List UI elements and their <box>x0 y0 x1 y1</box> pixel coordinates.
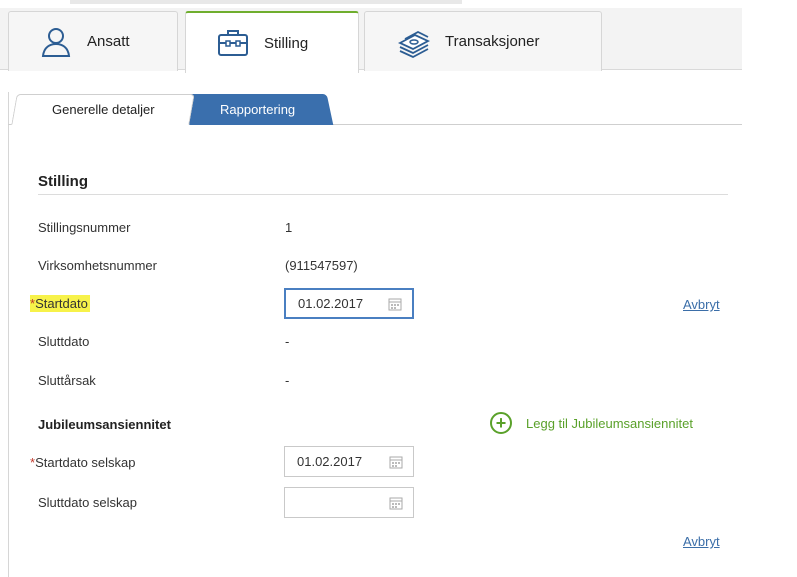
startdato-label-text: Startdato <box>35 296 88 311</box>
plus-circle-icon: + <box>490 412 512 434</box>
jubileum-heading: Jubileumsansiennitet <box>38 417 171 432</box>
startdato-selskap-label-text: Startdato selskap <box>35 455 136 470</box>
add-jubileum-label: Legg til Jubileumsansiennitet <box>526 415 693 431</box>
sluttdato-selskap-input[interactable] <box>284 487 414 518</box>
add-jubileum-button[interactable]: + Legg til Jubileumsansiennitet <box>490 412 693 434</box>
startdato-input-value: 01.02.2017 <box>298 296 364 311</box>
subtab-generelle-detaljer-label: Generelle detaljer <box>51 102 155 117</box>
avbryt-link[interactable]: Avbryt <box>683 297 720 312</box>
subtab-rapportering[interactable]: Rapportering <box>182 94 334 125</box>
sluttarsak-label: Sluttårsak <box>38 373 96 388</box>
stillingsnummer-label: Stillingsnummer <box>38 220 131 235</box>
content-left-border <box>8 92 9 577</box>
top-strip <box>70 0 462 4</box>
tab-stilling[interactable]: Stilling <box>185 11 359 73</box>
money-stack-icon <box>397 30 431 58</box>
startdato-label: *Startdato <box>30 295 90 312</box>
section-title: Stilling <box>38 173 88 190</box>
startdato-selskap-input[interactable]: 01.02.2017 <box>284 446 414 477</box>
person-icon <box>41 27 71 57</box>
sluttdato-selskap-label: Sluttdato selskap <box>38 495 138 510</box>
briefcase-icon <box>218 30 248 56</box>
calendar-icon[interactable] <box>389 455 403 469</box>
calendar-icon[interactable] <box>388 297 402 311</box>
tab-transaksjoner-label: Transaksjoner <box>445 33 540 50</box>
startdato-selskap-value: 01.02.2017 <box>297 454 363 469</box>
tab-ansatt-label: Ansatt <box>87 33 130 50</box>
tab-transaksjoner[interactable]: Transaksjoner <box>364 11 602 71</box>
startdato-highlight: *Startdato <box>30 295 90 312</box>
section-divider <box>38 194 728 195</box>
subtab-generelle-detaljer[interactable]: Generelle detaljer <box>11 94 195 125</box>
main-tab-bar: Ansatt Stilling Transaksjoner <box>0 8 742 73</box>
sluttarsak-value: - <box>285 373 290 388</box>
stillingsnummer-value: 1 <box>285 220 293 235</box>
startdato-selskap-label: *Startdato selskap <box>30 455 136 470</box>
tab-stilling-label: Stilling <box>264 34 309 52</box>
tab-ansatt[interactable]: Ansatt <box>8 11 178 71</box>
virksomhetsnummer-label: Virksomhetsnummer <box>38 258 157 273</box>
virksomhetsnummer-value: (911547597) <box>285 258 358 273</box>
avbryt-link-jubileum[interactable]: Avbryt <box>683 534 720 549</box>
startdato-input[interactable]: 01.02.2017 <box>284 288 414 319</box>
subtab-rapportering-label: Rapportering <box>220 102 296 117</box>
sluttdato-label: Sluttdato <box>38 334 90 349</box>
calendar-icon[interactable] <box>389 496 403 510</box>
sluttdato-value: - <box>285 334 290 349</box>
